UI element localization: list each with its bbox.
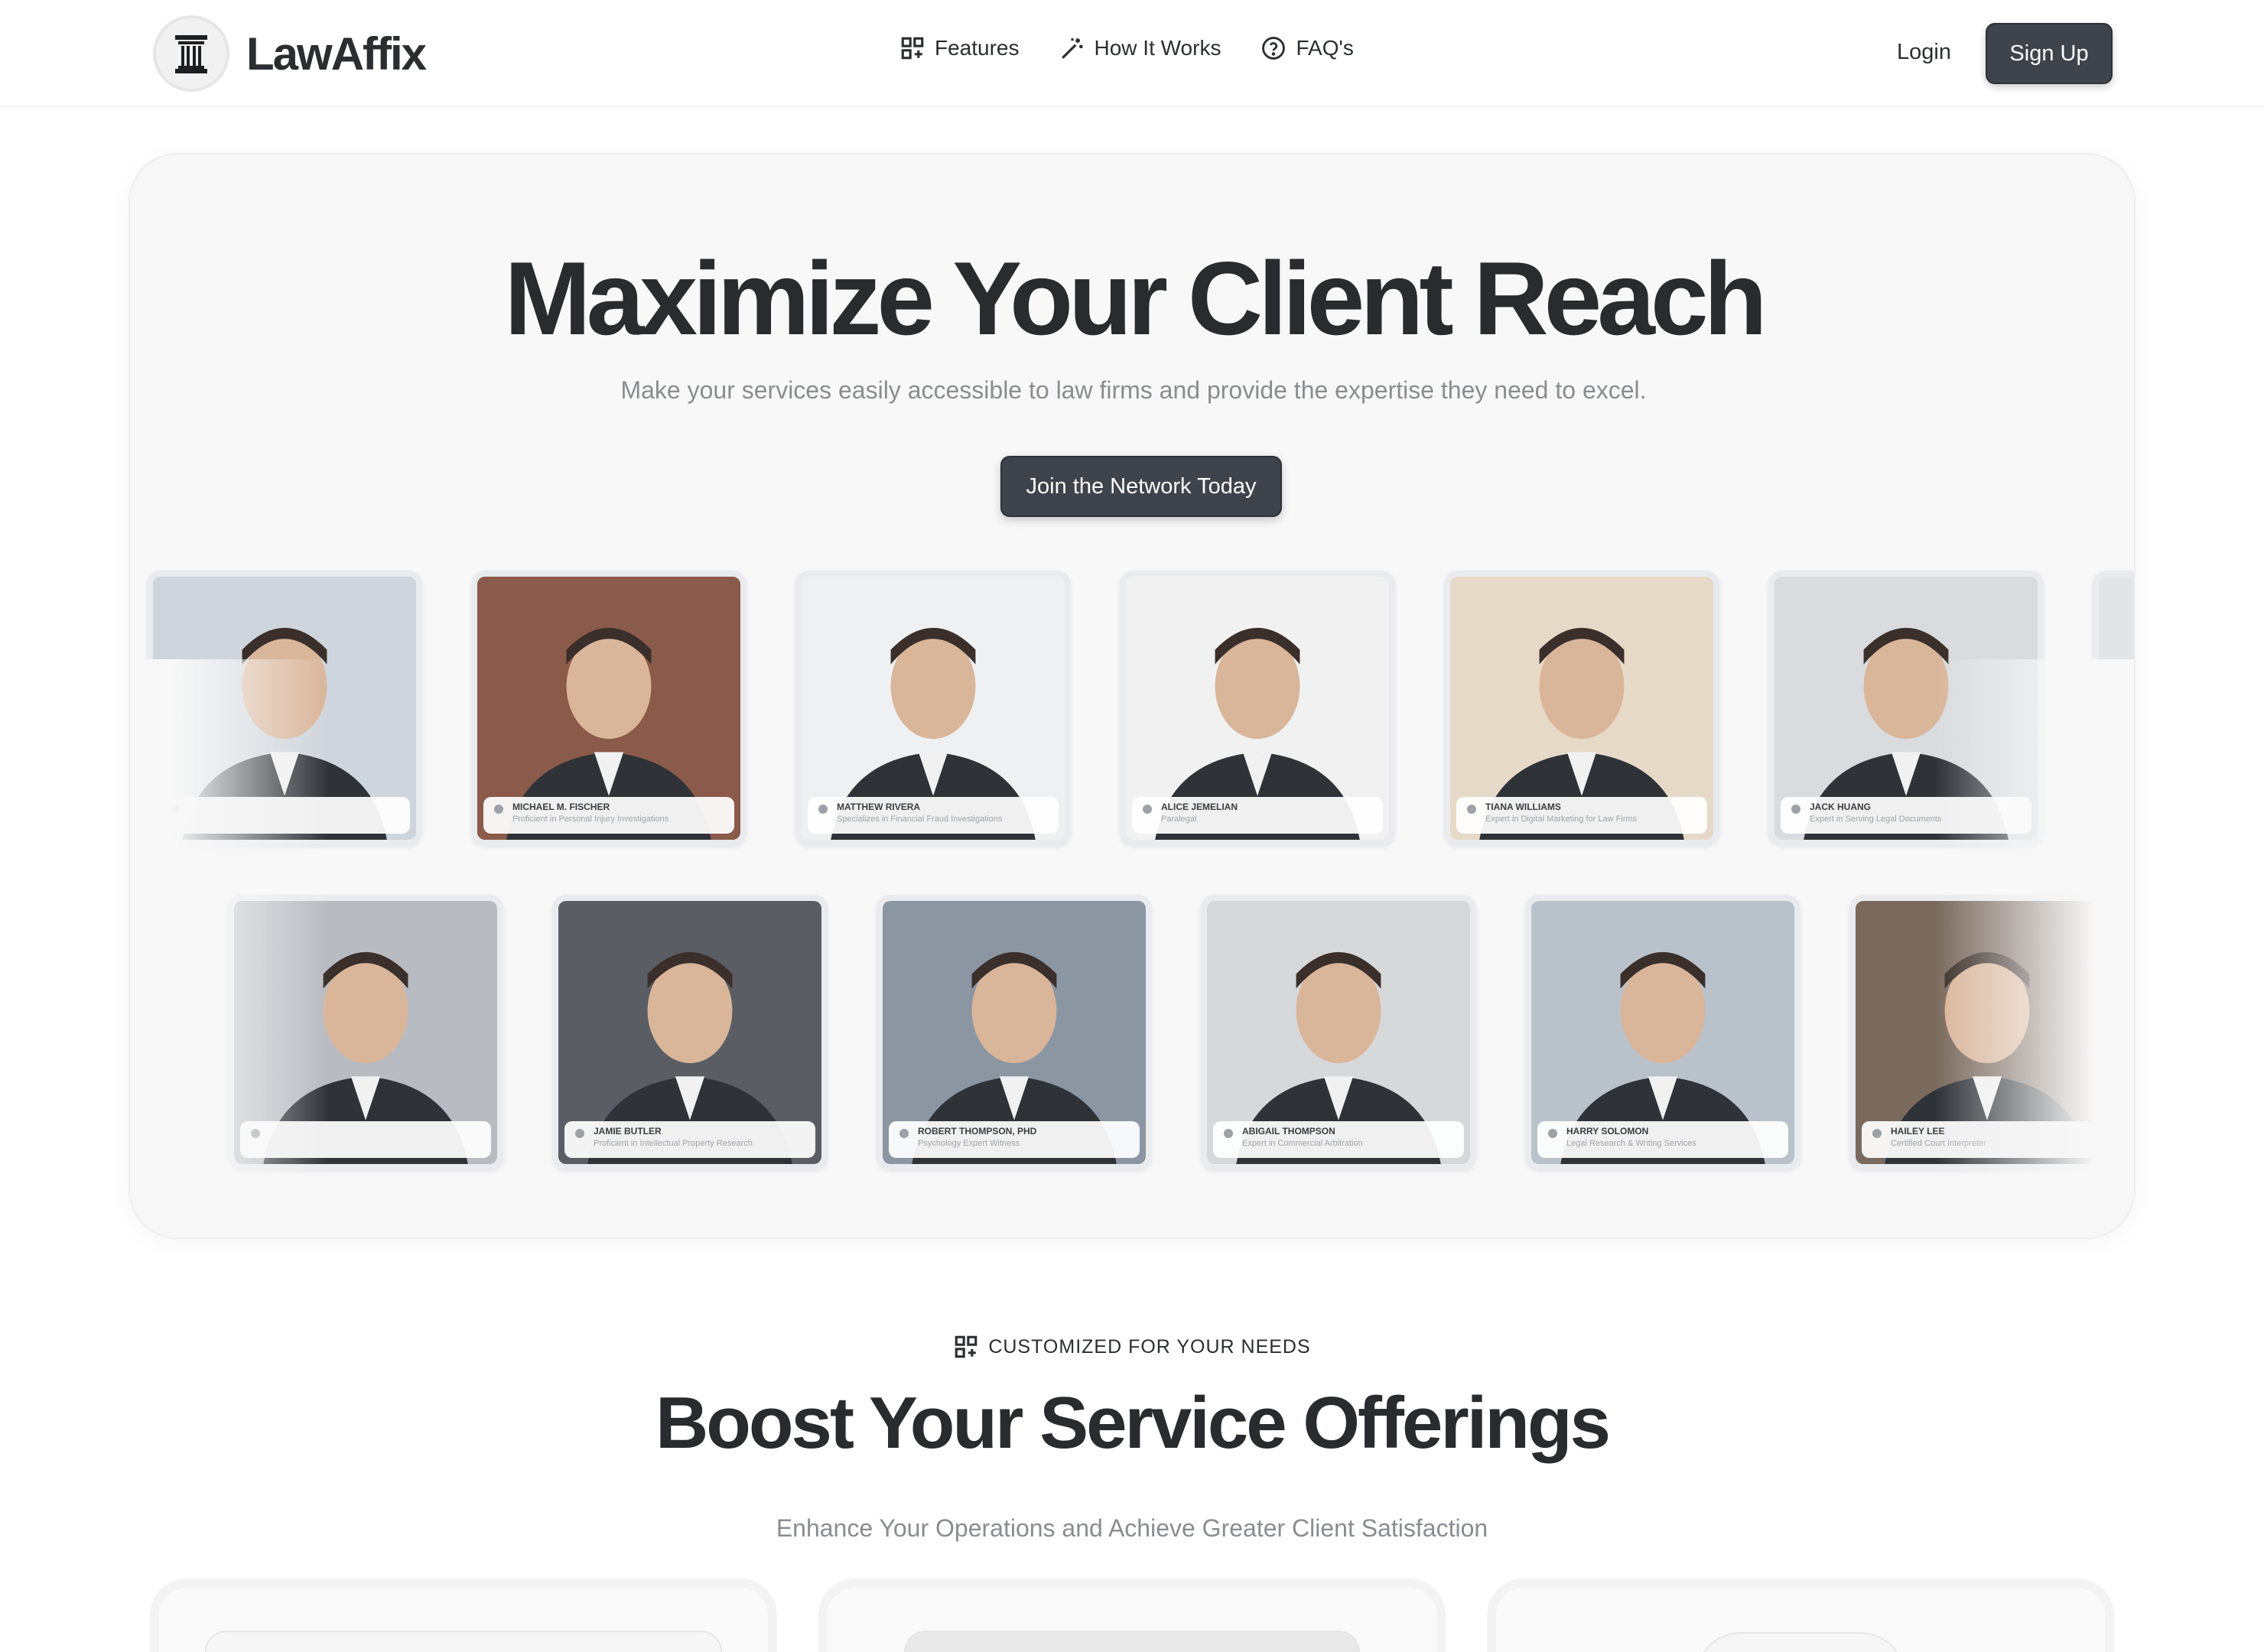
profile-name: ALICE JEMELIAN	[1161, 802, 1238, 812]
profile-role: Specializes in Financial Fraud Investiga…	[837, 815, 1003, 824]
profile-badge-icon	[899, 1129, 909, 1138]
nav-features-label: Features	[935, 36, 1020, 60]
profile-badge-icon	[1791, 805, 1800, 814]
profile-name: HARRY SOLOMON	[1566, 1126, 1649, 1137]
signup-button[interactable]: Sign Up	[1986, 23, 2113, 84]
nav-how-it-works[interactable]: How It Works	[1059, 35, 1221, 61]
feature-card[interactable]	[818, 1579, 1446, 1652]
profile-badge-icon	[1872, 1129, 1882, 1138]
profile-caption: JACK HUANG Expert in Serving Legal Docume…	[1781, 797, 2031, 834]
profile-name: ROBERT THOMPSON, PHD	[918, 1126, 1037, 1137]
profile-caption: MICHAEL M. FISCHER Proficient in Personal…	[483, 797, 734, 834]
profile-name: JACK HUANG	[1810, 802, 1872, 812]
profile-name: HAILEY LEE	[1891, 1126, 1945, 1137]
join-network-button[interactable]: Join the Network Today	[1000, 456, 1282, 517]
profile-caption: ALICE JEMELIAN Paralegal	[1132, 797, 1383, 834]
profile-caption: TIANA WILLIAMS Expert in Digital Marketin…	[1456, 797, 1707, 834]
section-subtitle: Enhance Your Operations and Achieve Grea…	[776, 1514, 1488, 1542]
profile-caption: ROBERT THOMPSON, PHD Psychology Expert Wi…	[889, 1121, 1140, 1158]
profile-role: Expert in Commercial Arbitration	[1242, 1139, 1363, 1148]
hero-subtitle: Make your services easily accessible to …	[620, 376, 1647, 404]
feature-card[interactable]	[150, 1579, 777, 1652]
profile-card[interactable]	[228, 895, 503, 1170]
profile-card[interactable]	[147, 571, 422, 846]
profile-card[interactable]: MATTHEW RIVERA Specializes in Financial F…	[795, 571, 1071, 846]
profile-name: JAMIE BUTLER	[594, 1126, 662, 1137]
feature-card[interactable]	[1487, 1579, 2114, 1652]
profile-card[interactable]: ALICE JEMELIAN Paralegal	[1120, 571, 1395, 846]
profile-caption: LUCAS DI...	[2105, 797, 2136, 834]
grid-plus-icon	[955, 1335, 977, 1358]
profile-caption: HAILEY LEE Certified Court Interpreter	[1862, 1121, 2113, 1158]
profile-card[interactable]: JACK HUANG Expert in Serving Legal Docume…	[1768, 571, 2044, 846]
profile-badge-icon	[1467, 805, 1476, 814]
profile-badge-icon	[1548, 1129, 1557, 1138]
profile-badge-icon	[1143, 805, 1152, 814]
hero-title: Maximize Your Client Reach	[504, 240, 1767, 356]
nav-links: Features How It Works FAQ's	[899, 35, 1394, 61]
profile-name: TIANA WILLIAMS	[1485, 802, 1561, 812]
profile-badge-icon	[2116, 805, 2125, 814]
nav-how-it-works-label: How It Works	[1094, 36, 1221, 60]
profile-card[interactable]: LUCAS DI...	[2093, 571, 2136, 846]
profile-role: Certified Court Interpreter	[1891, 1139, 1986, 1148]
profile-badge-icon	[1224, 1129, 1233, 1138]
section-eyebrow-label: CUSTOMIZED FOR YOUR NEEDS	[988, 1335, 1311, 1358]
profile-role: Expert in Serving Legal Documents	[1810, 815, 1942, 824]
feature-card-preview	[904, 1631, 1360, 1652]
brand-logo[interactable]: LawAffix	[153, 15, 427, 92]
profile-role: Psychology Expert Witness	[918, 1139, 1020, 1148]
login-link[interactable]: Login	[1897, 40, 1951, 65]
profile-caption	[159, 797, 410, 834]
profile-name: LUCAS DI...	[2134, 802, 2136, 812]
profile-card[interactable]: HAILEY LEE Certified Court Interpreter	[1849, 895, 2125, 1170]
magic-wand-icon	[1061, 38, 1082, 59]
nav-faqs[interactable]: FAQ's	[1260, 35, 1354, 61]
profile-caption: HARRY SOLOMON Legal Research & Writing Se…	[1537, 1121, 1788, 1158]
profile-name: MICHAEL M. FISCHER	[512, 802, 610, 812]
question-circle-icon	[1262, 37, 1286, 60]
top-navbar: LawAffix Features How It Works FAQ's Log…	[0, 0, 2264, 107]
profile-caption: ABIGAIL THOMPSON Expert in Commercial Arb…	[1213, 1121, 1464, 1158]
profile-badge-icon	[170, 805, 179, 814]
profile-card[interactable]: JAMIE BUTLER Proficient in Intellectual P…	[552, 895, 828, 1170]
section-eyebrow: CUSTOMIZED FOR YOUR NEEDS	[0, 1334, 2264, 1360]
profile-card[interactable]: HARRY SOLOMON Legal Research & Writing Se…	[1525, 895, 1800, 1170]
brand-name: LawAffix	[246, 28, 427, 80]
section-title: Boost Your Service Offerings	[655, 1382, 1611, 1464]
profile-badge-icon	[575, 1129, 584, 1138]
nav-faqs-label: FAQ's	[1296, 36, 1354, 60]
profile-caption: JAMIE BUTLER Proficient in Intellectual P…	[564, 1121, 815, 1158]
profile-role: Legal Research & Writing Services	[1566, 1139, 1696, 1148]
profile-badge-icon	[818, 805, 828, 814]
profile-role: Expert in Digital Marketing for Law Firm…	[1485, 815, 1638, 824]
profile-caption: MATTHEW RIVERA Specializes in Financial F…	[808, 797, 1059, 834]
profile-card[interactable]: TIANA WILLIAMS Expert in Digital Marketin…	[1444, 571, 1719, 846]
pillar-icon	[153, 15, 229, 92]
profile-role: Paralegal	[1161, 815, 1197, 824]
profile-name: MATTHEW RIVERA	[837, 802, 921, 812]
profile-card[interactable]: MICHAEL M. FISCHER Proficient in Personal…	[471, 571, 747, 846]
profile-badge-icon	[251, 1129, 260, 1138]
profile-name: ABIGAIL THOMPSON	[1242, 1126, 1335, 1137]
profile-card[interactable]: ABIGAIL THOMPSON Expert in Commercial Arb…	[1201, 895, 1476, 1170]
nav-features[interactable]: Features	[899, 35, 1020, 61]
grid-plus-icon	[901, 37, 924, 60]
profile-card[interactable]: ROBERT THOMPSON, PHD Psychology Expert Wi…	[877, 895, 1152, 1170]
feature-card-preview	[1695, 1632, 1906, 1652]
profile-caption	[240, 1121, 491, 1158]
profile-badge-icon	[494, 805, 503, 814]
profile-role: Proficient in Personal Injury Investigat…	[512, 815, 669, 824]
profile-role: Proficient in Intellectual Property Rese…	[594, 1139, 753, 1148]
hero-section: Maximize Your Client Reach Make your ser…	[128, 153, 2136, 1239]
feature-card-preview	[205, 1631, 722, 1652]
